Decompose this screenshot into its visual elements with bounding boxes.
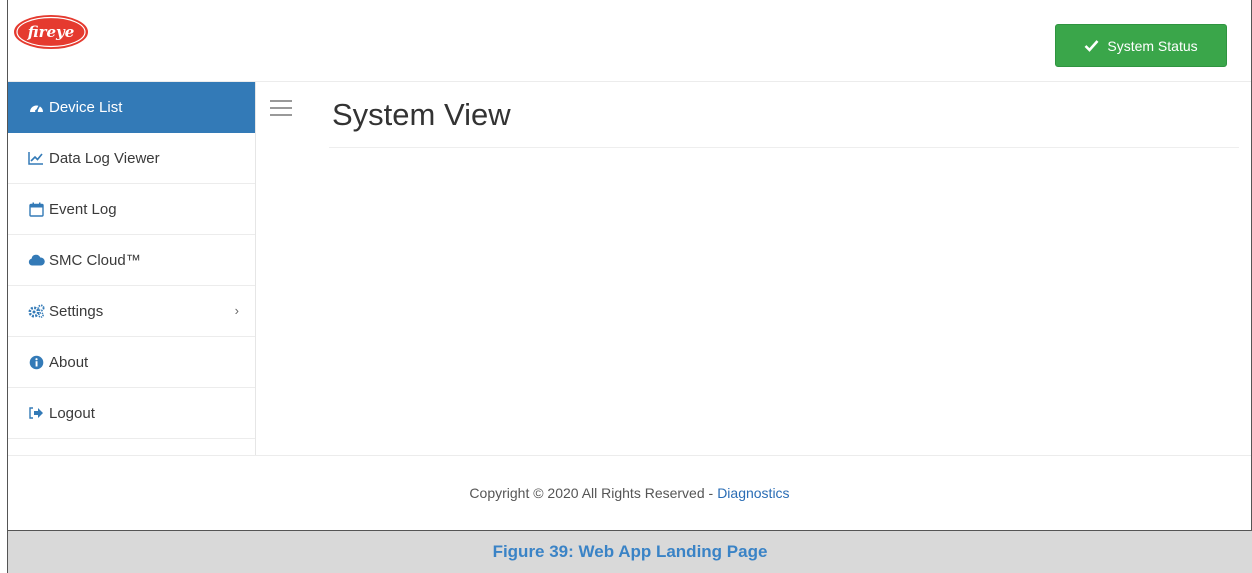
fireye-logo[interactable]: fireye [11,12,91,52]
sidebar-item-event-log[interactable]: Event Log [8,184,255,235]
sidebar-item-logout[interactable]: Logout [8,388,255,439]
sidebar-item-about[interactable]: About [8,337,255,388]
page-title: System View [332,97,511,132]
chevron-right-icon: › [234,303,239,318]
copyright-text: Copyright © 2020 All Rights Reserved - [469,485,714,501]
title-divider [329,147,1239,148]
figure-caption: Figure 39: Web App Landing Page [7,530,1252,573]
sidebar-item-settings[interactable]: Settings › [8,286,255,337]
sidebar-item-label: Data Log Viewer [49,149,160,167]
cloud-icon [27,252,45,268]
diagnostics-link[interactable]: Diagnostics [717,485,789,501]
cogs-icon [27,303,45,319]
sidebar-item-device-list[interactable]: Device List [8,82,255,133]
sidebar-item-label: SMC Cloud™ [49,251,141,269]
tachometer-icon [27,99,45,115]
sidebar-item-label: Device List [49,98,123,116]
sidebar-item-data-log-viewer[interactable]: Data Log Viewer [8,133,255,184]
hamburger-icon[interactable] [270,100,292,116]
line-chart-icon [27,150,45,166]
app-window: fireye System Status Device List Data Lo… [7,0,1252,530]
svg-text:fireye: fireye [27,23,75,41]
info-icon [27,354,45,370]
system-status-label: System Status [1107,37,1198,54]
check-icon [1084,40,1099,52]
sidebar-item-smc-cloud[interactable]: SMC Cloud™ [8,235,255,286]
sidebar-item-label: Settings [49,302,104,320]
sidebar-item-label: Logout [49,404,95,422]
sign-out-icon [27,405,45,421]
calendar-icon [27,201,45,217]
top-bar: fireye System Status [8,0,1251,82]
sidebar-item-label: About [49,353,89,371]
sidebar-item-label: Event Log [49,200,117,218]
system-status-button[interactable]: System Status [1055,24,1227,67]
footer: Copyright © 2020 All Rights Reserved - D… [8,455,1251,530]
sidebar: Device List Data Log Viewer Event Log SM… [8,82,256,455]
